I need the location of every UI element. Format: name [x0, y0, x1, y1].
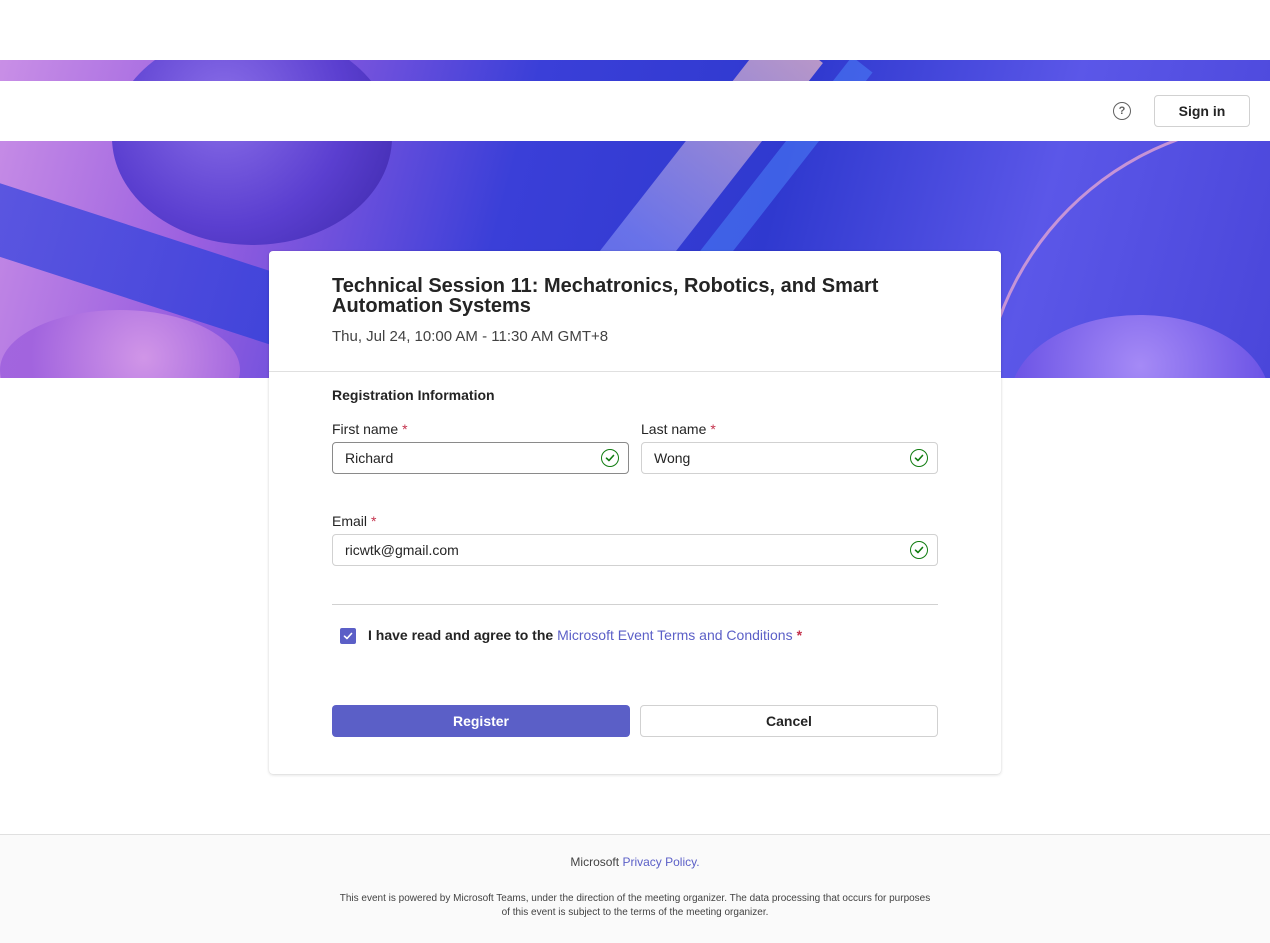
- required-marker: *: [402, 421, 408, 437]
- terms-checkbox[interactable]: [340, 628, 356, 644]
- checkmark-icon: [343, 632, 353, 640]
- terms-agreement: I have read and agree to the Microsoft E…: [368, 627, 802, 643]
- check-circle-icon: [601, 449, 619, 467]
- divider: [332, 604, 938, 605]
- email-label-text: Email: [332, 513, 368, 529]
- register-button[interactable]: Register: [332, 705, 630, 737]
- top-bar: ? Sign in: [0, 81, 1270, 141]
- last-name-value[interactable]: Wong: [654, 450, 910, 466]
- email-label: Email *: [332, 513, 376, 529]
- last-name-label-text: Last name: [641, 421, 707, 437]
- check-circle-icon: [910, 541, 928, 559]
- footer-note: This event is powered by Microsoft Teams…: [339, 893, 931, 918]
- cancel-button[interactable]: Cancel: [640, 705, 938, 737]
- section-title: Registration Information: [332, 387, 495, 403]
- last-name-field[interactable]: Wong: [641, 442, 938, 474]
- first-name-value[interactable]: Richard: [345, 450, 601, 466]
- event-title: Technical Session 11: Mechatronics, Robo…: [332, 275, 879, 317]
- email-value[interactable]: ricwtk@gmail.com: [345, 542, 910, 558]
- event-time: Thu, Jul 24, 10:00 AM - 11:30 AM GMT+8: [332, 328, 609, 345]
- registration-card: Technical Session 11: Mechatronics, Robo…: [269, 251, 1001, 774]
- footer-brand: Microsoft: [570, 855, 620, 869]
- required-marker: *: [710, 421, 716, 437]
- question-circle-icon[interactable]: ?: [1113, 102, 1131, 120]
- required-marker: *: [796, 627, 803, 643]
- privacy-policy-link[interactable]: Privacy Policy.: [622, 855, 699, 869]
- footer-links: Microsoft Privacy Policy.: [0, 855, 1270, 869]
- first-name-field[interactable]: Richard: [332, 442, 629, 474]
- first-name-label-text: First name: [332, 421, 399, 437]
- check-circle-icon: [910, 449, 928, 467]
- terms-link[interactable]: Microsoft Event Terms and Conditions: [557, 627, 793, 643]
- email-field[interactable]: ricwtk@gmail.com: [332, 534, 938, 566]
- required-marker: *: [371, 513, 377, 529]
- last-name-label: Last name *: [641, 421, 716, 437]
- terms-text: I have read and agree to the: [368, 627, 554, 643]
- event-header: Technical Session 11: Mechatronics, Robo…: [269, 251, 1001, 372]
- footer: Microsoft Privacy Policy. This event is …: [0, 834, 1270, 943]
- sign-in-button[interactable]: Sign in: [1154, 95, 1250, 127]
- first-name-label: First name *: [332, 421, 408, 437]
